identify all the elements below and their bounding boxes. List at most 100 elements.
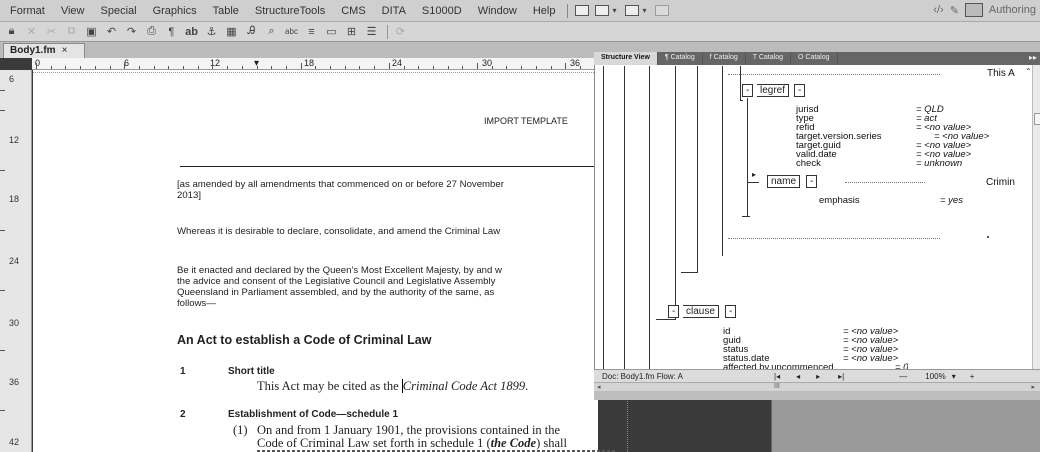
zoom-dropdown[interactable]: ▾ xyxy=(952,372,956,381)
attribute-value[interactable]: = <no value> xyxy=(843,354,898,364)
first-page-button[interactable]: |◂ xyxy=(774,372,780,381)
zoom-out-button[interactable]: — xyxy=(899,372,907,381)
panel-layout-icon[interactable] xyxy=(595,5,610,16)
workspace-switcher[interactable]: ‹/› ✎ Authoring xyxy=(933,3,1036,17)
tab-paragraph-catalog[interactable]: ¶ Catalog xyxy=(658,52,703,65)
act-title[interactable]: An Act to establish a Code of Criminal L… xyxy=(177,333,431,347)
panel-vertical-scrollbar[interactable] xyxy=(1032,65,1040,372)
pen-icon[interactable]: ✎ xyxy=(950,4,959,17)
table-grid-icon[interactable]: ⊞ xyxy=(343,24,360,40)
collapse-toggle[interactable]: - xyxy=(742,84,754,97)
menu-window[interactable]: Window xyxy=(470,5,525,17)
menu-format[interactable]: Format xyxy=(2,5,53,17)
last-page-button[interactable]: ▸| xyxy=(838,372,844,381)
cut-disabled-icon[interactable]: ✂︎ xyxy=(43,24,60,40)
zoom-in-button[interactable]: + xyxy=(970,372,975,381)
page-layout-icon[interactable] xyxy=(625,5,640,16)
paste-icon[interactable]: ▣ xyxy=(83,24,100,40)
preamble-whereas[interactable]: Whereas it is desirable to declare, cons… xyxy=(177,226,500,237)
chevron-down-icon[interactable]: ▾ xyxy=(612,6,616,15)
panel-horizontal-scrollbar[interactable]: ◂ III ▸ xyxy=(594,382,1040,391)
document-tab[interactable]: Body1.fm × xyxy=(3,43,85,58)
insert-frame-icon[interactable]: ▭ xyxy=(323,24,340,40)
collapse-toggle[interactable]: - xyxy=(668,305,680,318)
refresh-icon[interactable]: ⟳ xyxy=(392,24,409,40)
insert-table-icon[interactable]: ▦ xyxy=(223,24,240,40)
code-icon[interactable]: ‹/› xyxy=(933,4,943,16)
menu-help[interactable]: Help xyxy=(525,5,564,17)
zoom-level[interactable]: 100% xyxy=(925,372,945,381)
undo-icon[interactable]: ↶ xyxy=(103,24,120,40)
scrollbar-grip[interactable]: III xyxy=(774,383,780,390)
text-snippet[interactable]: Crimin xyxy=(986,178,1015,188)
menu-table[interactable]: Table xyxy=(205,5,247,17)
collapse-toggle[interactable]: - xyxy=(806,175,818,188)
spellcheck-icon[interactable]: ¶ xyxy=(163,24,180,40)
element-clause[interactable]: clause xyxy=(683,305,719,318)
align-text-icon[interactable]: ☰ xyxy=(363,24,380,40)
window-icon[interactable] xyxy=(655,5,670,16)
horizontal-ruler[interactable]: 0 6 12 ▾ 18 24 30 36 xyxy=(32,58,598,70)
section-number[interactable]: 1 xyxy=(180,366,186,377)
chevron-down-icon[interactable]: ▾ xyxy=(642,6,646,15)
tab-table-catalog[interactable]: T Catalog xyxy=(746,52,791,65)
vertical-ruler[interactable]: 6 12 18 24 30 36 42 xyxy=(0,70,32,452)
enacting-clause-line3[interactable]: Queensland in Parliament assembled, and … xyxy=(177,287,494,298)
workspace-icon[interactable] xyxy=(964,3,983,17)
workspace-label[interactable]: Authoring xyxy=(989,4,1036,16)
scroll-right-icon[interactable]: ▸ xyxy=(1031,383,1035,391)
subsection-number[interactable]: (1) xyxy=(233,424,248,437)
close-icon[interactable]: × xyxy=(62,45,68,57)
enacting-clause-line4[interactable]: follows— xyxy=(177,298,216,309)
cut-icon[interactable]: ✕ xyxy=(23,24,40,40)
text-snippet[interactable]: This A xyxy=(987,69,1015,79)
section-text[interactable]: This Act may be cited as the Criminal Co… xyxy=(257,379,528,393)
text-ab-icon[interactable]: ab xyxy=(183,24,200,40)
enacting-clause-line2[interactable]: the advice and consent of the Legislativ… xyxy=(177,276,495,287)
panel-menu-icon[interactable]: ▸▸ xyxy=(1029,53,1037,62)
menu-special[interactable]: Special xyxy=(93,5,145,17)
menu-view[interactable]: View xyxy=(53,5,93,17)
anchored-frame-icon[interactable]: ⚓︎ xyxy=(203,24,220,40)
align-center-icon[interactable]: ≡ xyxy=(303,24,320,40)
enacting-clause-line1[interactable]: Be it enacted and declared by the Queen’… xyxy=(177,265,502,276)
scrollbar-thumb[interactable] xyxy=(1034,113,1040,125)
attribute-value[interactable]: = unknown xyxy=(916,159,962,169)
page-header[interactable]: IMPORT TEMPLATE xyxy=(484,116,568,127)
search-icon[interactable]: ⌕ xyxy=(263,24,280,40)
tree-line xyxy=(747,182,759,183)
menu-graphics[interactable]: Graphics xyxy=(145,5,205,17)
collapse-toggle[interactable]: - xyxy=(725,305,737,318)
element-legref[interactable]: legref xyxy=(757,84,790,97)
copy-icon[interactable]: ⧉ xyxy=(63,24,80,40)
attribute-name[interactable]: emphasis xyxy=(819,196,860,206)
menu-structuretools[interactable]: StructureTools xyxy=(247,5,333,17)
subsection-text-line2[interactable]: Code of Criminal Law set forth in schedu… xyxy=(257,437,567,450)
section-heading[interactable]: Short title xyxy=(228,366,275,377)
next-page-button[interactable]: ▸ xyxy=(816,372,820,381)
print-icon[interactable]: ⎙ xyxy=(143,24,160,40)
amended-note[interactable]: [as amended by all amendments that comme… xyxy=(177,179,504,190)
scroll-up-icon[interactable]: ⌃ xyxy=(1025,67,1032,76)
menu-cms[interactable]: CMS xyxy=(333,5,373,17)
element-name[interactable]: name xyxy=(767,175,801,188)
prev-page-button[interactable]: ◂ xyxy=(796,372,800,381)
menu-dita[interactable]: DITA xyxy=(374,5,414,17)
tab-structure-view[interactable]: Structure View xyxy=(594,52,658,65)
lock-icon[interactable]: 🔒︎ xyxy=(3,24,20,40)
attribute-value[interactable]: = yes xyxy=(940,196,963,206)
scroll-left-icon[interactable]: ◂ xyxy=(597,383,601,391)
abc-spellcheck-icon[interactable]: abc xyxy=(283,24,300,40)
expand-triangle-icon[interactable]: ▸ xyxy=(752,170,756,179)
zoom-icon[interactable]: Ꭿ xyxy=(243,24,260,40)
attribute-name[interactable]: check xyxy=(796,159,821,169)
collapse-toggle[interactable]: - xyxy=(794,84,806,97)
redo-icon[interactable]: ↷ xyxy=(123,24,140,40)
view-layout-icon[interactable] xyxy=(575,5,590,16)
menu-s1000d[interactable]: S1000D xyxy=(414,5,470,17)
tab-object-catalog[interactable]: O Catalog xyxy=(791,52,838,65)
tab-character-catalog[interactable]: f Catalog xyxy=(703,52,746,65)
section-number[interactable]: 2 xyxy=(180,409,186,420)
section-heading[interactable]: Establishment of Code—schedule 1 xyxy=(228,409,398,420)
amended-note-line2[interactable]: 2013] xyxy=(177,190,201,201)
